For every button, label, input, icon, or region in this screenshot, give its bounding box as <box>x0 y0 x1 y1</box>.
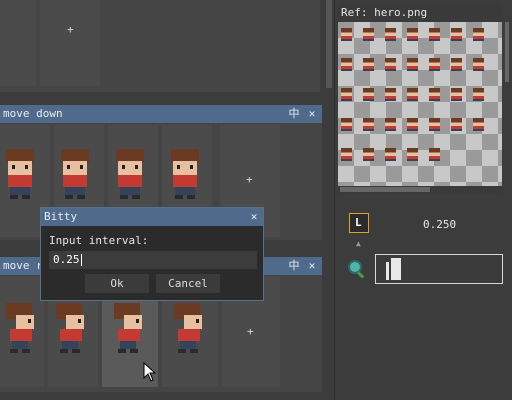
ref-sprite <box>451 28 462 41</box>
ref-sprite <box>363 28 374 41</box>
interval-input[interactable]: 0.25 <box>49 251 257 269</box>
ref-sprite <box>341 148 352 161</box>
ref-sprite <box>363 58 374 71</box>
ref-sprite <box>429 58 440 71</box>
zoom-indicator: ▲ <box>356 239 361 248</box>
loop-icon: L <box>355 216 362 229</box>
hero-sprite <box>114 303 142 353</box>
mouse-cursor-icon <box>143 362 157 382</box>
ref-sprite <box>407 118 418 131</box>
ref-sprite <box>429 88 440 101</box>
ref-sprite <box>451 88 462 101</box>
zoom-slider[interactable] <box>375 254 503 284</box>
close-icon[interactable]: ✕ <box>305 257 319 275</box>
text-caret <box>81 254 82 266</box>
dock-icon[interactable]: 中 <box>287 105 301 123</box>
bitty-dialog: Bitty ✕ Input interval: 0.25 Ok Cancel <box>40 207 264 301</box>
hero-sprite <box>171 149 199 199</box>
close-icon[interactable]: ✕ <box>247 208 261 226</box>
hero-sprite <box>6 149 34 199</box>
hero-sprite <box>61 149 89 199</box>
ref-vertical-scrollbar[interactable] <box>505 22 509 82</box>
left-scrollbar[interactable] <box>326 0 332 88</box>
add-frame-button[interactable]: + <box>246 173 253 186</box>
dialog-titlebar[interactable]: Bitty ✕ <box>41 208 263 226</box>
ref-sprite <box>429 118 440 131</box>
zoom-slider-thumb[interactable] <box>391 258 401 280</box>
right-divider <box>334 0 335 400</box>
dialog-label: Input interval: <box>49 234 149 247</box>
move-down-titlebar[interactable]: move down 中 ✕ <box>0 105 322 123</box>
ref-sprite <box>363 88 374 101</box>
ref-title: Ref: hero.png <box>341 6 428 19</box>
interval-input-value: 0.25 <box>53 253 80 266</box>
ref-sprite <box>341 58 352 71</box>
ref-sprite <box>363 148 374 161</box>
ok-button[interactable]: Ok <box>85 274 149 293</box>
ref-sprite <box>407 28 418 41</box>
ref-sprite <box>385 118 396 131</box>
ref-sprite <box>385 148 396 161</box>
ref-sprite <box>407 88 418 101</box>
hero-sprite <box>56 303 84 353</box>
zoom-slider-tick <box>386 262 389 280</box>
ref-sprite <box>429 148 440 161</box>
add-frame-button[interactable]: + <box>247 325 254 338</box>
ref-sprite <box>407 58 418 71</box>
ref-sprite <box>385 88 396 101</box>
interval-value: 0.250 <box>423 218 457 231</box>
cancel-button[interactable]: Cancel <box>156 274 220 293</box>
hero-sprite <box>6 303 34 353</box>
ref-sprite <box>473 88 484 101</box>
ref-sprite <box>429 28 440 41</box>
add-frame-slot[interactable]: + <box>40 0 100 86</box>
panel-title: move down <box>3 107 63 120</box>
ref-sprite <box>451 118 462 131</box>
ref-panel: Ref: hero.png <box>338 4 502 194</box>
ref-sprite <box>473 118 484 131</box>
hero-sprite <box>116 149 144 199</box>
ref-sprite <box>341 88 352 101</box>
dock-icon[interactable]: 中 <box>287 257 301 275</box>
ref-sprite <box>407 148 418 161</box>
ref-sprite <box>385 58 396 71</box>
ref-sprites-layer <box>338 22 502 186</box>
ref-sprite <box>341 28 352 41</box>
dialog-title: Bitty <box>44 210 78 223</box>
magnifier-icon[interactable] <box>346 258 368 280</box>
top-frames-panel: + <box>0 0 320 92</box>
ref-horizontal-scrollbar[interactable] <box>340 187 430 192</box>
ref-sprite <box>363 118 374 131</box>
panel-title: move r <box>3 259 43 272</box>
interval-display[interactable]: 0.250 <box>375 210 503 238</box>
ref-sprite <box>341 118 352 131</box>
ref-sprite <box>385 28 396 41</box>
close-icon[interactable]: ✕ <box>305 105 319 123</box>
ref-sprite <box>451 58 462 71</box>
add-frame-button[interactable]: + <box>67 23 74 36</box>
ref-sprite <box>473 58 484 71</box>
frame-slot[interactable] <box>0 0 36 86</box>
hero-sprite <box>174 303 202 353</box>
loop-toggle[interactable]: L <box>349 213 369 233</box>
ref-sprite <box>473 28 484 41</box>
